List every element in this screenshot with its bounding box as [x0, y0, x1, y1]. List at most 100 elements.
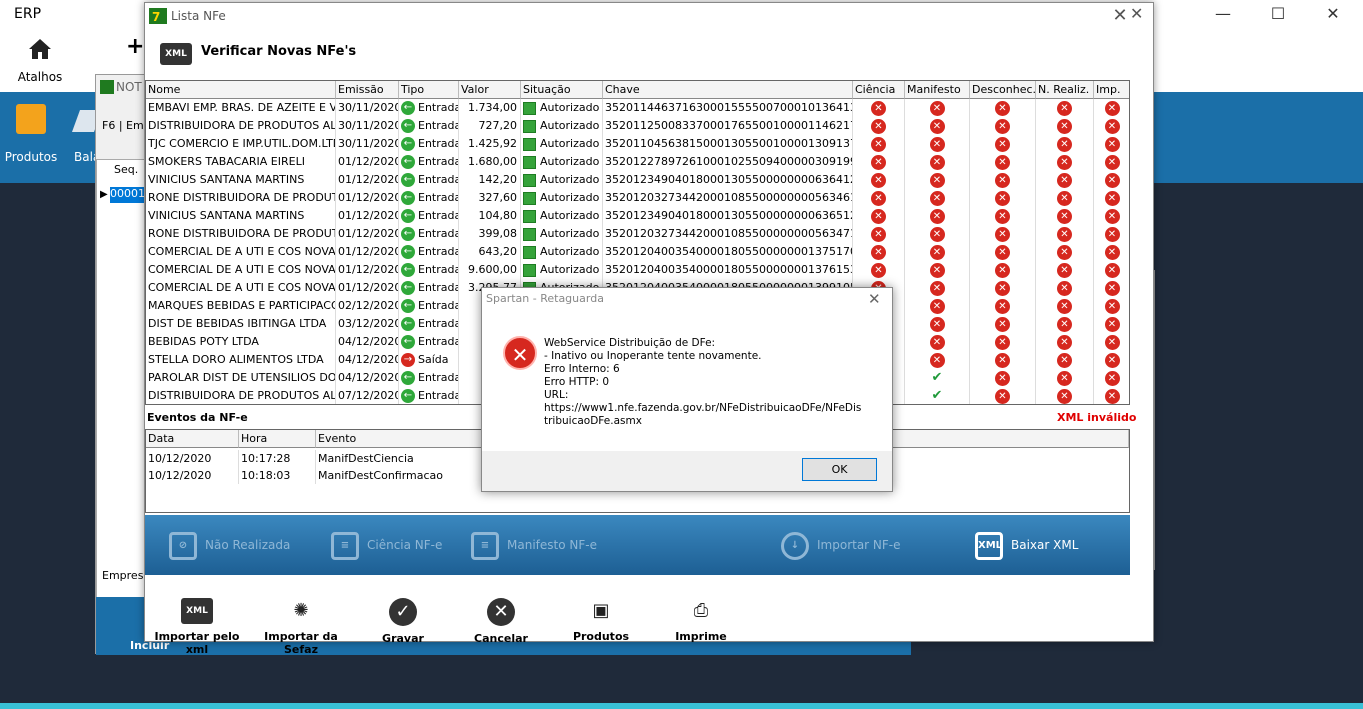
cell-imp[interactable]: ✕ [1094, 117, 1129, 135]
cell-nrealiz[interactable]: ✕ [1036, 333, 1094, 351]
cell-manifesto[interactable]: ✕ [905, 279, 970, 297]
cell-ciencia[interactable]: ✕ [853, 99, 905, 117]
cell-nrealiz[interactable]: ✕ [1036, 297, 1094, 315]
ciencia-button[interactable]: ≡ Ciência NF-e [331, 515, 442, 575]
table-row[interactable]: RONE DISTRIBUIDORA DE PRODUTOS 01/12/2020… [146, 225, 1129, 243]
cell-imp[interactable]: ✕ [1094, 171, 1129, 189]
cell-desconhec[interactable]: ✕ [970, 315, 1036, 333]
imprime-button[interactable]: ⎙ Imprime [651, 598, 751, 646]
cell-nrealiz[interactable]: ✕ [1036, 351, 1094, 369]
cell-imp[interactable]: ✕ [1094, 207, 1129, 225]
plus-icon[interactable]: + [126, 34, 144, 59]
gravar-button[interactable]: ✓ Gravar [353, 598, 453, 646]
col-valor[interactable]: Valor [459, 81, 521, 99]
col-tipo[interactable]: Tipo [399, 81, 459, 99]
cell-imp[interactable]: ✕ [1094, 225, 1129, 243]
cell-manifesto[interactable]: ✕ [905, 207, 970, 225]
cell-imp[interactable]: ✕ [1094, 135, 1129, 153]
cell-desconhec[interactable]: ✕ [970, 207, 1036, 225]
cell-nrealiz[interactable]: ✕ [1036, 153, 1094, 171]
cell-ciencia[interactable]: ✕ [853, 135, 905, 153]
cell-nrealiz[interactable]: ✕ [1036, 99, 1094, 117]
close-icon[interactable]: ✕ [868, 290, 881, 308]
cell-desconhec[interactable]: ✕ [970, 225, 1036, 243]
produtos-button[interactable]: ▣ Produtos [551, 598, 651, 646]
ev-col-hora[interactable]: Hora [239, 430, 316, 448]
cell-imp[interactable]: ✕ [1094, 333, 1129, 351]
close-button[interactable]: ✕ [1313, 2, 1353, 26]
cell-manifesto[interactable]: ✕ [905, 99, 970, 117]
cell-nrealiz[interactable]: ✕ [1036, 171, 1094, 189]
cell-nrealiz[interactable]: ✕ [1036, 225, 1094, 243]
cell-imp[interactable]: ✕ [1094, 189, 1129, 207]
cell-imp[interactable]: ✕ [1094, 315, 1129, 333]
cell-manifesto[interactable]: ✔ [905, 387, 970, 404]
cell-nrealiz[interactable]: ✕ [1036, 135, 1094, 153]
importar-sefaz-button[interactable]: ✺ Importar da Sefaz [251, 598, 351, 656]
cell-imp[interactable]: ✕ [1094, 153, 1129, 171]
cell-desconhec[interactable]: ✕ [970, 333, 1036, 351]
cell-nrealiz[interactable]: ✕ [1036, 279, 1094, 297]
cell-desconhec[interactable]: ✕ [970, 99, 1036, 117]
table-row[interactable]: RONE DISTRIBUIDORA DE PRODUTOS 01/12/2020… [146, 189, 1129, 207]
cell-imp[interactable]: ✕ [1094, 369, 1129, 387]
baixar-xml-button[interactable]: XML Baixar XML [975, 515, 1078, 575]
cell-desconhec[interactable]: ✕ [970, 387, 1036, 404]
minimize-button[interactable]: — [1203, 2, 1243, 26]
table-row[interactable]: DISTRIBUIDORA DE PRODUTOS ALIME 30/11/202… [146, 117, 1129, 135]
cell-desconhec[interactable]: ✕ [970, 135, 1036, 153]
cell-nrealiz[interactable]: ✕ [1036, 189, 1094, 207]
maximize-button[interactable]: ☐ [1258, 2, 1298, 26]
cell-imp[interactable]: ✕ [1094, 387, 1129, 404]
cell-manifesto[interactable]: ✕ [905, 333, 970, 351]
cell-desconhec[interactable]: ✕ [970, 153, 1036, 171]
table-row[interactable]: TJC COMERCIO E IMP.UTIL.DOM.LTDA 30/11/20… [146, 135, 1129, 153]
cell-desconhec[interactable]: ✕ [970, 369, 1036, 387]
importar-xml-button[interactable]: XML Importar pelo xml [147, 598, 247, 656]
cell-ciencia[interactable]: ✕ [853, 189, 905, 207]
col-desconhec[interactable]: Desconhec. [970, 81, 1036, 99]
nao-realizada-button[interactable]: ⊘ Não Realizada [169, 515, 290, 575]
col-situacao[interactable]: Situação [521, 81, 603, 99]
cell-manifesto[interactable]: ✕ [905, 351, 970, 369]
col-imp[interactable]: Imp. [1094, 81, 1129, 99]
cell-manifesto[interactable]: ✕ [905, 153, 970, 171]
cell-desconhec[interactable]: ✕ [970, 117, 1036, 135]
cell-imp[interactable]: ✕ [1094, 351, 1129, 369]
cell-nrealiz[interactable]: ✕ [1036, 387, 1094, 404]
cell-imp[interactable]: ✕ [1094, 99, 1129, 117]
cell-nrealiz[interactable]: ✕ [1036, 207, 1094, 225]
cell-ciencia[interactable]: ✕ [853, 117, 905, 135]
cell-imp[interactable]: ✕ [1094, 243, 1129, 261]
close-icon[interactable]: ✕ [1130, 4, 1143, 23]
table-row[interactable]: EMBAVI EMP. BRAS. DE AZEITE E VINA 30/11/… [146, 99, 1129, 117]
cell-desconhec[interactable]: ✕ [970, 189, 1036, 207]
cell-desconhec[interactable]: ✕ [970, 261, 1036, 279]
cell-manifesto[interactable]: ✕ [905, 189, 970, 207]
table-row[interactable]: COMERCIAL DE A UTI E COS NOVA GEI01/12/2… [146, 261, 1129, 279]
cancelar-button[interactable]: ✕ Cancelar [451, 598, 551, 646]
cell-manifesto[interactable]: ✕ [905, 171, 970, 189]
cell-ciencia[interactable]: ✕ [853, 243, 905, 261]
table-row[interactable]: VINICIUS SANTANA MARTINS 01/12/2020 ← Entra… [146, 207, 1129, 225]
cell-manifesto[interactable]: ✕ [905, 297, 970, 315]
cell-desconhec[interactable]: ✕ [970, 243, 1036, 261]
col-nrealiz[interactable]: N. Realiz. [1036, 81, 1094, 99]
cell-ciencia[interactable]: ✕ [853, 261, 905, 279]
col-ciencia[interactable]: Ciência [853, 81, 905, 99]
cell-nrealiz[interactable]: ✕ [1036, 261, 1094, 279]
table-row[interactable]: COMERCIAL DE A UTI E COS NOVA GEI01/12/2… [146, 243, 1129, 261]
cell-nrealiz[interactable]: ✕ [1036, 117, 1094, 135]
cell-desconhec[interactable]: ✕ [970, 351, 1036, 369]
cell-manifesto[interactable]: ✕ [905, 135, 970, 153]
cell-desconhec[interactable]: ✕ [970, 279, 1036, 297]
cell-manifesto[interactable]: ✕ [905, 261, 970, 279]
cell-manifesto[interactable]: ✔ [905, 369, 970, 387]
cell-imp[interactable]: ✕ [1094, 279, 1129, 297]
ok-button[interactable]: OK [802, 458, 877, 481]
cell-imp[interactable]: ✕ [1094, 261, 1129, 279]
table-row[interactable]: VINICIUS SANTANA MARTINS 01/12/2020 ← Entra… [146, 171, 1129, 189]
atalhos-button[interactable]: Atalhos [12, 36, 68, 88]
col-manifesto[interactable]: Manifesto [905, 81, 970, 99]
cell-manifesto[interactable]: ✕ [905, 117, 970, 135]
